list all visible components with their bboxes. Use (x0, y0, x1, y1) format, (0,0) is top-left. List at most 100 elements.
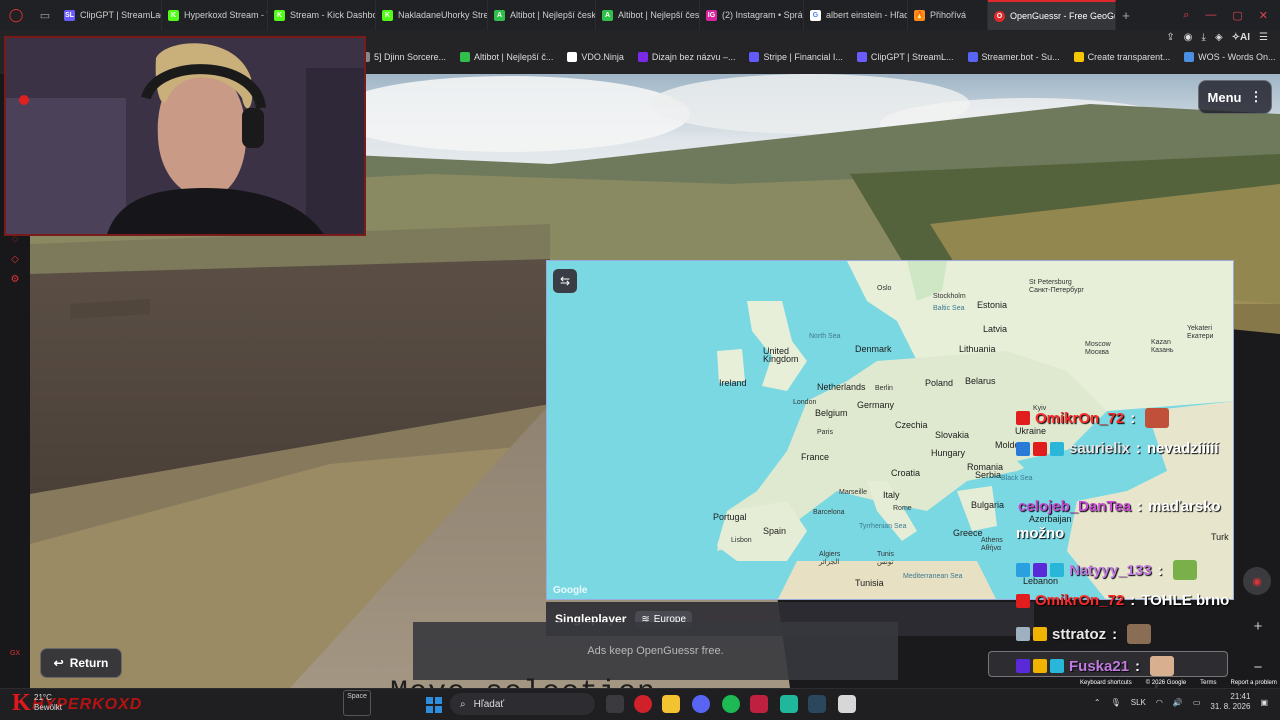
opera-icon[interactable]: ◯ (0, 0, 32, 30)
maximize-icon[interactable]: ▢ (1232, 9, 1242, 22)
tab-openguessr[interactable]: O OpenGuessr - Free GeoGu ✕ (988, 0, 1116, 30)
chat-username: Natyyy_133 (1069, 561, 1152, 579)
bookmark-item[interactable]: ClipGPT | StreamL... (856, 52, 954, 62)
minimize-icon[interactable]: — (1205, 9, 1216, 22)
browser-tab[interactable]: A Altibot | Nejlepší česk (596, 0, 700, 30)
bookmark-item[interactable]: 5] Djinn Sorcere... (360, 52, 446, 62)
more-vertical-icon: ⋮ (1249, 89, 1263, 104)
clock-date: 31. 8. 2026 (1210, 702, 1251, 711)
close-window-icon[interactable]: ✕ (1259, 9, 1268, 22)
bookmark-item[interactable]: Altibot | Nejlepší č... (460, 52, 553, 62)
notification-icon[interactable]: ▣ (1260, 698, 1268, 707)
zoom-in-button[interactable]: + (1254, 618, 1263, 635)
zoom-out-button[interactable]: − (1254, 659, 1263, 676)
tab-title: Přihořívá (930, 10, 967, 20)
chat-message: Fuska21: (1016, 656, 1175, 676)
map-footer-link[interactable]: Terms (1200, 680, 1216, 686)
map-label: Ireland (719, 378, 747, 388)
map-label: Belarus (965, 376, 996, 386)
sidebar-instagram-icon[interactable]: ◇ (9, 254, 21, 266)
ai-button[interactable]: ✧AI (1232, 32, 1250, 43)
discord-icon[interactable] (692, 695, 710, 713)
map-label: Lisbon (731, 537, 752, 544)
webcam-overlay (4, 36, 366, 236)
bookmark-favicon-icon (856, 52, 867, 62)
search-tabs-icon[interactable]: ⌕ (1183, 9, 1189, 22)
record-button[interactable]: ◉ (1243, 567, 1271, 595)
spotify-icon[interactable] (722, 695, 740, 713)
menu-button[interactable]: Menu ⋮ (1198, 80, 1272, 114)
opera-taskbar-icon[interactable] (634, 695, 652, 713)
map-footer-link[interactable]: Report a problem (1231, 680, 1277, 686)
tab-title: Hyperkoxd Stream - V (184, 10, 268, 20)
language-indicator[interactable]: SLK (1131, 698, 1146, 707)
map-label: Lithuania (959, 344, 996, 354)
wifi-icon[interactable]: ◠ (1156, 698, 1163, 707)
sidebar-settings-icon[interactable]: ⚙ (9, 274, 21, 286)
sidebar-gx-icon[interactable]: GX (9, 650, 21, 662)
map-label: Tunis تونس (877, 551, 894, 566)
map-label: Poland (925, 378, 954, 388)
chat-text: TOHLE brno (1141, 592, 1230, 609)
share-icon[interactable]: ⇪ (1166, 32, 1174, 43)
weather-temp: 21°C (34, 693, 52, 702)
chat-badge-icon (1016, 659, 1030, 673)
browser-tab[interactable]: SL ClipGPT | StreamLadder (58, 0, 162, 30)
volume-icon[interactable]: 🔊 (1173, 698, 1183, 707)
chat-username: sttratoz (1052, 625, 1107, 643)
chat-username: OmikrOn_72 (1035, 409, 1125, 427)
download-icon[interactable]: ⤓ (1202, 32, 1206, 43)
browser-tab[interactable]: K NakladaneUhorky Stre (376, 0, 488, 30)
chat-text: možno (1016, 525, 1065, 542)
return-button[interactable]: ↩ Return (40, 648, 122, 678)
bookmark-item[interactable]: Streamer.bot - Su... (967, 52, 1060, 62)
file-explorer-icon[interactable] (662, 695, 680, 713)
map-label: Mediterranean Sea (903, 573, 963, 580)
stream-chat-overlay: OmikrOn_72: saurielix: nevadzííííí celojeb_… (1012, 398, 1240, 680)
bookmark-item[interactable]: WOS - Words On... (1184, 52, 1275, 62)
browser-menu-icon[interactable]: ☰ (1259, 32, 1268, 43)
browser-tab[interactable]: IG (2) Instagram • Správ (700, 0, 804, 30)
bookmark-item[interactable]: Create transparent... (1073, 52, 1170, 62)
taskbar-search[interactable]: ⌕ Hľadať (450, 693, 595, 715)
battery-icon[interactable]: ▭ (1193, 698, 1201, 707)
map-footer-link[interactable]: © 2026 Google (1146, 680, 1186, 686)
bookmark-favicon-icon (749, 52, 760, 62)
map-footer-link[interactable]: Keyboard shortcuts (1080, 680, 1132, 686)
browser-tab[interactable]: Galbert einstein - Hľad (804, 0, 908, 30)
browser-tab[interactable]: A Altibot | Nejlepší česk (488, 0, 596, 30)
steam-icon[interactable] (808, 695, 826, 713)
bookmark-item[interactable]: Dizajn bez názvu –... (637, 52, 736, 62)
tab-favicon-icon: A (602, 9, 613, 21)
map-settings-button[interactable]: ⇆ (553, 269, 577, 293)
maps-pin-icon[interactable] (750, 695, 768, 713)
map-label: Baltic Sea (933, 305, 965, 312)
map-label: Spain (763, 526, 787, 536)
microphone-icon[interactable]: 🎙 (1111, 698, 1121, 707)
app-icon-teal[interactable] (780, 695, 798, 713)
chat-badge-icon (1033, 441, 1047, 456)
tray-chevron-icon[interactable]: ⌃ (1094, 698, 1101, 707)
browser-tab[interactable]: K Stream - Kick Dashbo (268, 0, 376, 30)
weather-widget[interactable]: 21°C Bewölkt (34, 693, 62, 713)
store-icon[interactable] (838, 695, 856, 713)
windows-start-icon[interactable] (426, 697, 442, 713)
account-icon[interactable]: ◉ (1184, 32, 1193, 43)
new-tab-button[interactable]: + (1116, 8, 1136, 23)
browser-tab[interactable]: K Hyperkoxd Stream - V (162, 0, 268, 30)
map-label: Bulgaria (971, 500, 1005, 510)
bookmark-item[interactable]: Stripe | Financial I... (749, 52, 843, 62)
bookmark-item[interactable]: VDO.Ninja (567, 52, 624, 62)
map-label: Croatia (891, 468, 921, 478)
extensions-icon[interactable]: ◈ (1215, 32, 1223, 43)
tab-strip: SL ClipGPT | StreamLadder K Hyperkoxd Strea… (58, 0, 988, 30)
map-label: Kazan Казань (1151, 339, 1174, 354)
task-view-icon[interactable] (606, 695, 624, 713)
tab-title: Altibot | Nejlepší česk (510, 10, 596, 20)
browser-tab[interactable]: 🔥 Přihořívá (908, 0, 988, 30)
tab-menu-icon[interactable]: ▭ (32, 0, 58, 30)
chat-badge-icon (1050, 563, 1064, 577)
bookmark-label: Dizajn bez názvu –... (651, 52, 736, 62)
map-label: Italy (883, 490, 900, 500)
clock[interactable]: 21:41 31. 8. 2026 (1210, 692, 1250, 712)
